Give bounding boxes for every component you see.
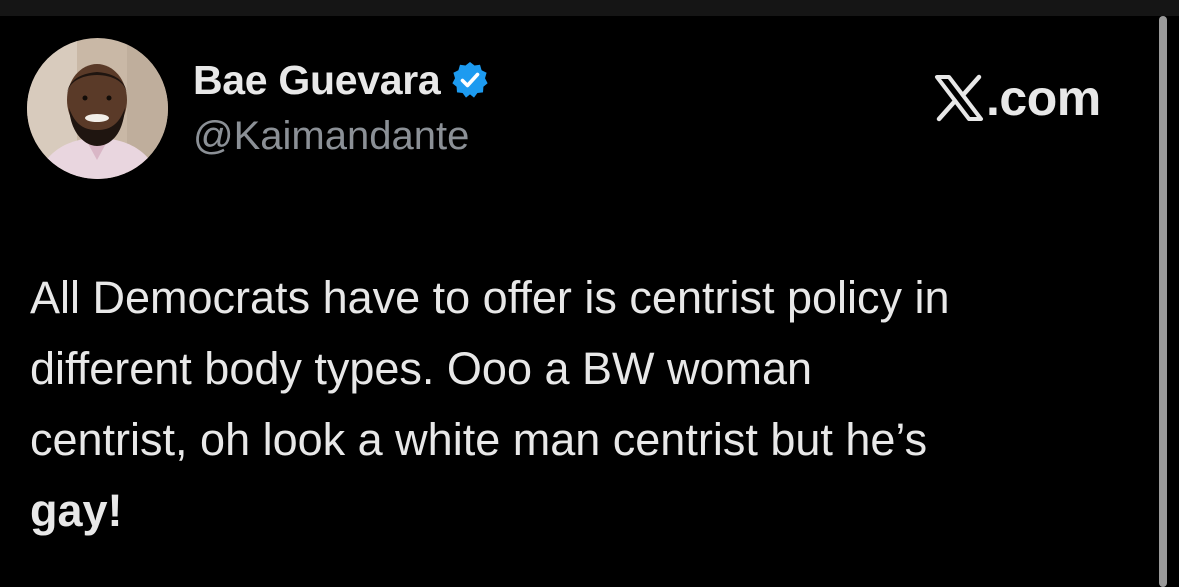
author-handle[interactable]: @Kaimandante	[193, 114, 469, 159]
brand-domain-text: .com	[986, 70, 1101, 126]
tweet-screenshot: Bae Guevara @Kaimandante .com All Democr…	[0, 0, 1179, 587]
verified-badge-icon	[450, 60, 490, 100]
author-row: Bae Guevara	[193, 52, 490, 108]
tweet-text-line: gay!	[30, 485, 123, 536]
tweet-text-line: different body types. Ooo a BW woman	[30, 343, 813, 394]
display-name[interactable]: Bae Guevara	[193, 57, 441, 104]
scrollbar[interactable]	[1159, 16, 1167, 587]
tweet-text: All Democrats have to offer is centrist …	[30, 262, 1150, 546]
tweet-text-line: centrist, oh look a white man centrist b…	[30, 414, 928, 465]
tweet-text-line: All Democrats have to offer is centrist …	[30, 272, 950, 323]
x-logo-icon	[934, 74, 984, 122]
top-bar	[0, 0, 1179, 16]
brand-watermark: .com	[934, 68, 1101, 128]
avatar[interactable]	[27, 38, 168, 179]
